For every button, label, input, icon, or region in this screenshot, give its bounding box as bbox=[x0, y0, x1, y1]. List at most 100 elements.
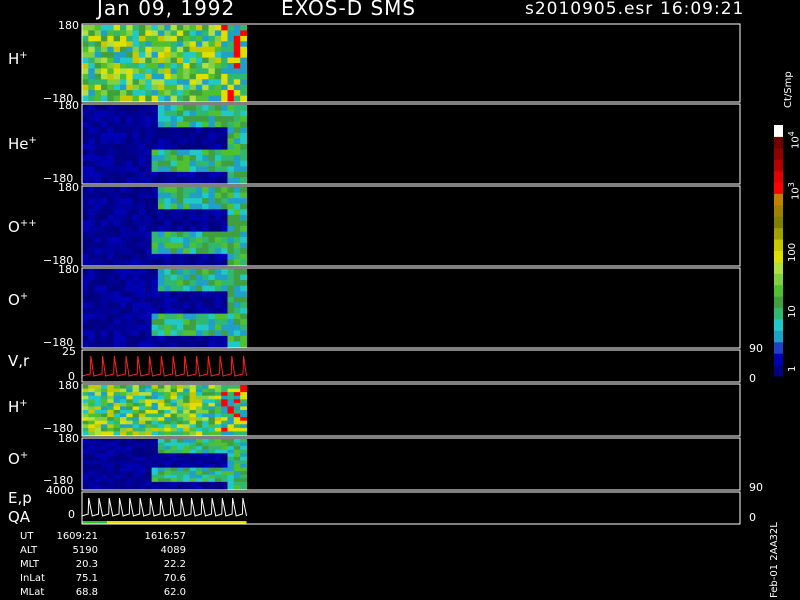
heat-cell-p3 bbox=[126, 259, 134, 266]
heat-cell-p4 bbox=[138, 341, 146, 348]
heat-cell-p1 bbox=[170, 30, 178, 37]
heat-cell-p7 bbox=[208, 464, 216, 469]
heat-cell-p4 bbox=[113, 285, 121, 292]
heat-cell-p4 bbox=[132, 280, 140, 287]
heat-cell-p3 bbox=[126, 187, 134, 194]
heat-cell-p3 bbox=[195, 248, 203, 255]
heat-cell-p7 bbox=[164, 453, 172, 458]
heat-cell-p4 bbox=[183, 330, 191, 337]
heat-cell-p1 bbox=[145, 63, 153, 69]
heat-cell-p2 bbox=[202, 144, 210, 151]
heat-cell-p2 bbox=[202, 166, 210, 173]
heat-cell-p2 bbox=[214, 144, 222, 151]
heat-cell-p7 bbox=[145, 453, 153, 458]
heat-cell-p3 bbox=[107, 231, 115, 238]
heat-cell-p2 bbox=[113, 171, 121, 179]
heat-cell-p1 bbox=[120, 90, 127, 97]
heat-cell-p2 bbox=[151, 155, 159, 162]
heat-cell-p4 bbox=[126, 324, 134, 331]
heat-cell-p3 bbox=[132, 198, 140, 205]
heat-cell-p3 bbox=[221, 187, 229, 194]
heat-cell-p4 bbox=[240, 330, 248, 337]
heat-cell-p6 bbox=[221, 406, 229, 411]
heat-cell-p1 bbox=[132, 95, 140, 102]
heat-cell-p3 bbox=[132, 187, 140, 194]
heat-cell-p6 bbox=[176, 392, 184, 397]
heat-cell-p2 bbox=[214, 138, 222, 145]
heat-cell-p2 bbox=[82, 166, 89, 173]
heat-cell-p3 bbox=[183, 203, 191, 210]
panel-label-he: He+ bbox=[8, 135, 37, 153]
heat-cell-p6 bbox=[94, 417, 102, 422]
heat-cell-p7 bbox=[151, 471, 159, 476]
heat-cell-p2 bbox=[233, 116, 241, 123]
orbit-value-start: 75.1 bbox=[75, 573, 98, 584]
heat-cell-p3 bbox=[227, 209, 235, 216]
heat-cell-p1 bbox=[221, 35, 229, 42]
heat-cell-p2 bbox=[164, 166, 172, 173]
heat-cell-p4 bbox=[221, 285, 229, 292]
heat-cell-p1 bbox=[157, 41, 165, 48]
heat-cell-p4 bbox=[221, 269, 229, 276]
heat-cell-p2 bbox=[126, 105, 134, 112]
heat-cell-p3 bbox=[107, 214, 115, 222]
heat-cell-p2 bbox=[88, 171, 96, 179]
heat-cell-p2 bbox=[176, 116, 184, 123]
heat-cell-p1 bbox=[227, 57, 235, 64]
heat-cell-p3 bbox=[126, 237, 134, 244]
heat-cell-p2 bbox=[113, 116, 121, 123]
heat-cell-p1 bbox=[183, 25, 191, 31]
heat-cell-p4 bbox=[189, 280, 197, 287]
heat-cell-p2 bbox=[195, 177, 203, 184]
heat-cell-p3 bbox=[88, 231, 96, 238]
orbit-label: MLat bbox=[20, 587, 45, 598]
heat-cell-p6 bbox=[164, 399, 172, 404]
heat-cell-p6 bbox=[107, 417, 115, 422]
heat-cell-p3 bbox=[189, 203, 197, 210]
heat-cell-p3 bbox=[240, 242, 248, 249]
heat-cell-p6 bbox=[214, 420, 222, 425]
heat-cell-p1 bbox=[126, 79, 134, 86]
heat-cell-p6 bbox=[126, 406, 134, 411]
heat-cell-p3 bbox=[151, 237, 159, 244]
heat-cell-p3 bbox=[202, 259, 210, 266]
heat-cell-p4 bbox=[82, 296, 89, 304]
heat-cell-p2 bbox=[94, 121, 102, 128]
heat-cell-p1 bbox=[189, 30, 197, 37]
orbit-label: ALT bbox=[20, 545, 38, 556]
heat-cell-p6 bbox=[151, 420, 159, 425]
heat-cell-p4 bbox=[145, 274, 153, 281]
heat-cell-p3 bbox=[138, 214, 146, 222]
colorbar-segment bbox=[774, 353, 783, 366]
heat-cell-p4 bbox=[113, 274, 121, 281]
heat-cell-p3 bbox=[157, 226, 165, 233]
heat-cell-p4 bbox=[126, 319, 134, 326]
heat-cell-p1 bbox=[227, 68, 235, 75]
heat-cell-p3 bbox=[189, 226, 197, 233]
heat-cell-p4 bbox=[164, 296, 172, 304]
heat-cell-p2 bbox=[145, 171, 153, 179]
heat-cell-p6 bbox=[176, 395, 184, 400]
heat-cell-p2 bbox=[145, 127, 153, 134]
heat-cell-p7 bbox=[227, 439, 235, 444]
heat-cell-p1 bbox=[157, 30, 165, 37]
heat-cell-p1 bbox=[107, 52, 115, 59]
heat-cell-p7 bbox=[221, 439, 229, 444]
heat-cell-p3 bbox=[126, 220, 134, 227]
heat-cell-p3 bbox=[164, 242, 172, 249]
heat-cell-p2 bbox=[126, 155, 134, 162]
heat-cell-p7 bbox=[82, 439, 89, 444]
heat-cell-p1 bbox=[145, 46, 153, 53]
heat-cell-p1 bbox=[132, 41, 140, 48]
heat-cell-p2 bbox=[240, 110, 248, 117]
heat-cell-p7 bbox=[94, 478, 102, 483]
heat-cell-p1 bbox=[107, 95, 115, 102]
heat-cell-p7 bbox=[120, 474, 127, 479]
heat-cell-p2 bbox=[82, 132, 89, 140]
heat-cell-p3 bbox=[221, 192, 229, 199]
rtick-p5-min: 0 bbox=[749, 372, 756, 385]
heat-cell-p3 bbox=[145, 198, 153, 205]
heat-cell-p3 bbox=[126, 248, 134, 255]
heat-cell-p1 bbox=[240, 68, 248, 75]
heat-cell-p7 bbox=[208, 446, 216, 451]
